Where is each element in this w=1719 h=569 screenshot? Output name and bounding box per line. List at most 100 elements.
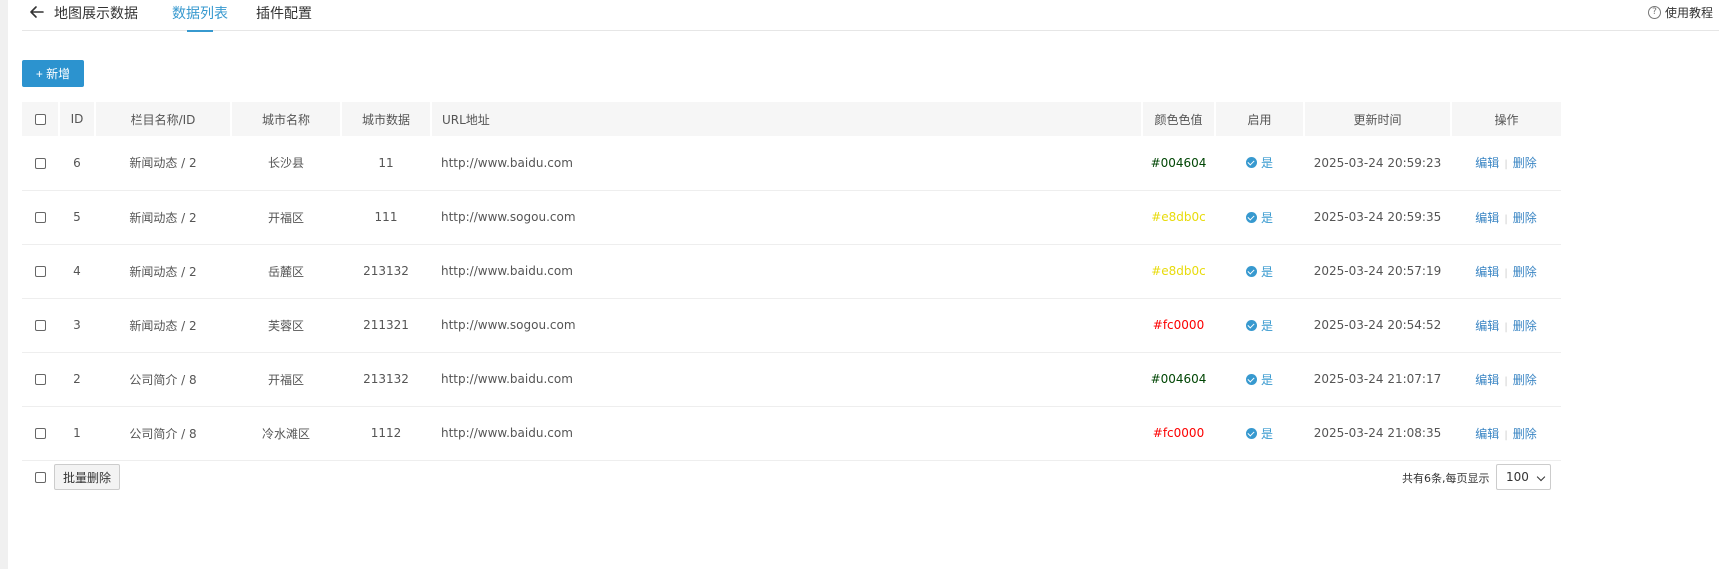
action-separator: | [1504, 213, 1508, 225]
cell-updated: 2025-03-24 20:57:19 [1313, 264, 1442, 278]
cell-city: 开福区 [267, 372, 304, 387]
cell-city-data: 213132 [363, 372, 409, 386]
cell-column: 新闻动态 / 2 [129, 156, 197, 171]
add-button[interactable]: + 新增 [22, 60, 84, 87]
cell-updated: 2025-03-24 20:59:35 [1313, 210, 1442, 224]
enabled-label: 是 [1260, 210, 1273, 225]
edit-link[interactable]: 编辑 [1475, 427, 1499, 441]
edit-link[interactable]: 编辑 [1475, 319, 1499, 333]
delete-link[interactable]: 删除 [1513, 373, 1537, 387]
cell-enabled: 是 [1215, 352, 1304, 406]
row-checkbox[interactable] [35, 320, 46, 331]
page-size-value: 100 [1506, 470, 1529, 484]
check-circle-icon [1245, 157, 1257, 169]
cell-id: 5 [73, 210, 81, 224]
table-row: 3 新闻动态 / 2 芙蓉区 211321 http://www.sogou.com #f… [22, 298, 1561, 352]
cell-city: 开福区 [267, 210, 304, 225]
delete-link[interactable]: 删除 [1513, 211, 1537, 225]
cell-enabled: 是 [1215, 406, 1304, 460]
row-checkbox[interactable] [35, 212, 46, 223]
cell-actions: 编辑 | 删除 [1451, 352, 1561, 406]
row-select-cell [22, 352, 59, 406]
select-all-checkbox[interactable] [34, 114, 46, 125]
cell-actions: 编辑 | 删除 [1451, 298, 1561, 352]
action-separator: | [1504, 267, 1508, 279]
cell-updated: 2025-03-24 21:07:17 [1313, 372, 1442, 386]
edit-link[interactable]: 编辑 [1475, 373, 1499, 387]
table-row: 4 新闻动态 / 2 岳麓区 213132 http://www.baidu.com #e… [22, 244, 1561, 298]
cell-enabled: 是 [1215, 136, 1304, 190]
cell-column: 公司简介 / 8 [129, 426, 197, 441]
footer-select-all-checkbox[interactable] [35, 472, 46, 483]
help-link[interactable]: ? 使用教程 [1647, 4, 1713, 21]
enabled-status: 是 [1245, 154, 1273, 171]
edit-link[interactable]: 编辑 [1475, 265, 1499, 279]
cell-url: http://www.baidu.com [441, 264, 573, 278]
delete-link[interactable]: 删除 [1513, 156, 1537, 170]
check-circle-icon [1245, 211, 1257, 223]
page-size-select[interactable]: 100 [1496, 464, 1551, 490]
tab-data-list[interactable]: 数据列表 [172, 3, 228, 32]
cell-actions: 编辑 | 删除 [1451, 190, 1561, 244]
back-arrow-icon[interactable] [28, 3, 46, 21]
cell-updated: 2025-03-24 20:59:23 [1313, 155, 1442, 170]
cell-column: 新闻动态 / 2 [129, 264, 197, 279]
enabled-label: 是 [1260, 156, 1273, 171]
table-header-row: ID 栏目名称/ID 城市名称 城市数据 URL地址 颜色色值 启用 更新时间 … [22, 102, 1561, 136]
cell-updated: 2025-03-24 21:08:35 [1313, 426, 1442, 440]
cell-id: 4 [73, 264, 81, 278]
top-bar: 地图展示数据 数据列表 插件配置 ? 使用教程 [22, 0, 1719, 32]
cell-city: 岳麓区 [267, 264, 304, 279]
cell-url: http://www.baidu.com [441, 426, 573, 440]
cell-color: #e8db0c [1151, 264, 1206, 278]
enabled-status: 是 [1245, 425, 1273, 442]
row-select-cell [22, 136, 59, 190]
table-row: 2 公司简介 / 8 开福区 213132 http://www.baidu.com #0… [22, 352, 1561, 406]
cell-city: 芙蓉区 [267, 318, 304, 333]
cell-id: 2 [73, 372, 81, 386]
cell-actions: 编辑 | 删除 [1451, 244, 1561, 298]
action-separator: | [1504, 429, 1508, 441]
cell-column: 新闻动态 / 2 [129, 318, 197, 333]
edit-link[interactable]: 编辑 [1475, 211, 1499, 225]
row-checkbox[interactable] [35, 266, 46, 277]
header-color: 颜色色值 [1142, 102, 1216, 136]
enabled-label: 是 [1260, 264, 1273, 279]
tab-plugin-config[interactable]: 插件配置 [256, 3, 312, 23]
header-updated: 更新时间 [1304, 102, 1452, 136]
delete-link[interactable]: 删除 [1513, 319, 1537, 333]
select-all-cell [22, 102, 60, 136]
cell-city: 长沙县 [267, 156, 304, 171]
cell-id: 3 [73, 318, 81, 332]
cell-id: 1 [73, 426, 81, 440]
cell-column: 新闻动态 / 2 [129, 210, 197, 225]
help-label: 使用教程 [1664, 6, 1713, 20]
header-actions: 操作 [1494, 112, 1519, 127]
cell-id: 6 [73, 155, 81, 170]
table-row: 1 公司简介 / 8 冷水滩区 1112 http://www.baidu.com #fc… [22, 406, 1561, 460]
check-circle-icon [1245, 373, 1257, 385]
delete-link[interactable]: 删除 [1513, 427, 1537, 441]
enabled-label: 是 [1260, 426, 1273, 441]
cell-updated: 2025-03-24 20:54:52 [1313, 318, 1442, 332]
row-checkbox[interactable] [35, 374, 46, 385]
header-id: ID [59, 102, 96, 136]
cell-actions: 编辑 | 删除 [1451, 136, 1561, 190]
page: 地图展示数据 数据列表 插件配置 ? 使用教程 + 新增 ID 栏目名称/ID … [8, 0, 1719, 569]
page-title: 地图展示数据 [54, 6, 138, 22]
cell-url: http://www.sogou.com [441, 210, 576, 224]
batch-delete-button[interactable]: 批量删除 [54, 464, 120, 490]
enabled-status: 是 [1245, 317, 1273, 334]
cell-url: http://www.baidu.com [441, 372, 573, 386]
enabled-status: 是 [1245, 263, 1273, 280]
cell-actions: 编辑 | 删除 [1451, 406, 1561, 460]
enabled-label: 是 [1260, 372, 1273, 387]
row-checkbox[interactable] [35, 428, 46, 439]
delete-link[interactable]: 删除 [1513, 265, 1537, 279]
row-checkbox[interactable] [35, 157, 46, 169]
table-row: 6 新闻动态 / 2 长沙县 11 http://www.baidu.com #00460… [22, 136, 1561, 190]
cell-color: #e8db0c [1151, 210, 1206, 224]
header-column: 栏目名称/ID [95, 102, 232, 136]
edit-link[interactable]: 编辑 [1475, 156, 1499, 170]
data-table: ID 栏目名称/ID 城市名称 城市数据 URL地址 颜色色值 启用 更新时间 … [22, 102, 1561, 461]
